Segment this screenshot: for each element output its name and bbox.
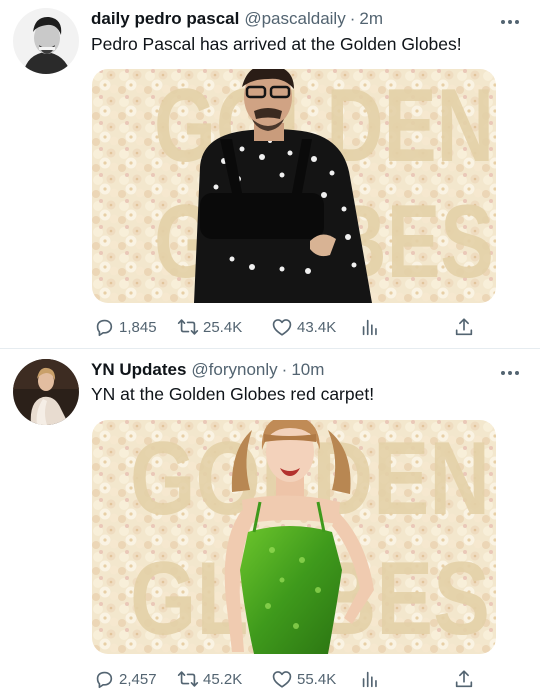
like-icon	[272, 671, 292, 688]
reply-count: 1,845	[119, 318, 157, 336]
reply-icon	[96, 319, 113, 337]
tweet-header: YN Updates @forynonly · 10m	[91, 359, 500, 381]
share-icon	[455, 670, 473, 688]
tweet-text: YN at the Golden Globes red carpet!	[91, 384, 375, 404]
reply-button[interactable]: 1,845	[93, 316, 157, 338]
share-button[interactable]	[453, 668, 475, 690]
views-icon	[362, 671, 377, 688]
separator-dot: ·	[281, 360, 288, 379]
avatar[interactable]	[13, 359, 79, 425]
like-count: 43.4K	[297, 318, 337, 336]
timestamp[interactable]: 2m	[359, 9, 383, 28]
retweet-count: 25.4K	[203, 318, 243, 336]
tweet-photo[interactable]: GOLDEN GLOBES	[92, 420, 496, 654]
avatar[interactable]	[13, 8, 79, 74]
tweet-actions: 2,457 45.2K 55.4K	[93, 668, 473, 690]
timestamp[interactable]: 10m	[291, 360, 324, 379]
share-button[interactable]	[453, 316, 475, 338]
tweet-text: Pedro Pascal has arrived at the Golden G…	[91, 34, 462, 54]
separator-dot: ·	[349, 9, 356, 28]
reply-icon	[96, 671, 113, 689]
more-icon[interactable]	[498, 14, 522, 24]
retweet-count: 45.2K	[203, 670, 243, 688]
display-name[interactable]: daily pedro pascal	[91, 9, 239, 28]
tweet-2[interactable]: YN Updates @forynonly · 10m YN at the Golde…	[0, 349, 540, 697]
share-icon	[455, 318, 473, 336]
reply-button[interactable]: 2,457	[93, 668, 157, 690]
display-name[interactable]: YN Updates	[91, 360, 186, 379]
retweet-button[interactable]: 25.4K	[177, 316, 242, 338]
tweet-actions: 1,845 25.4K 43.4K	[93, 316, 473, 338]
more-icon[interactable]	[498, 365, 522, 375]
tweet-1[interactable]: daily pedro pascal @pascaldaily · 2m Pedro …	[0, 0, 540, 348]
retweet-icon	[177, 319, 199, 335]
views-icon	[362, 319, 377, 336]
reply-count: 2,457	[119, 670, 157, 688]
tweet-photo[interactable]: GOLDEN GLOBES	[92, 69, 496, 303]
retweet-icon	[177, 671, 199, 687]
retweet-button[interactable]: 45.2K	[177, 668, 242, 690]
views-button[interactable]	[359, 668, 381, 690]
like-button[interactable]: 43.4K	[271, 316, 336, 338]
like-button[interactable]: 55.4K	[271, 668, 336, 690]
like-count: 55.4K	[297, 670, 337, 688]
user-handle[interactable]: @pascaldaily	[244, 9, 345, 28]
user-handle[interactable]: @forynonly	[191, 360, 277, 379]
views-button[interactable]	[359, 316, 381, 338]
like-icon	[272, 319, 292, 336]
tweet-header: daily pedro pascal @pascaldaily · 2m	[91, 8, 500, 30]
